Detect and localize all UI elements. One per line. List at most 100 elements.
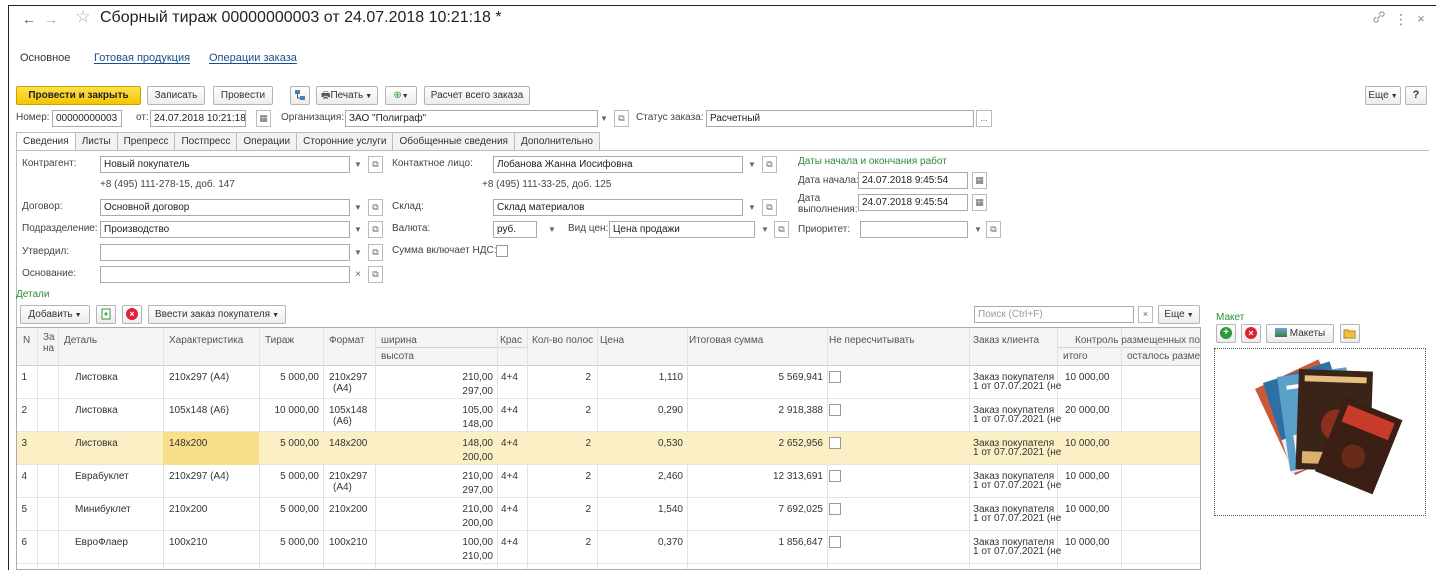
more-vertical-icon[interactable]: ⋮: [1392, 11, 1410, 29]
close-icon[interactable]: ×: [1412, 11, 1430, 29]
org-field[interactable]: ЗАО "Полиграф": [345, 110, 598, 127]
cell-tirazh: 5 000,00: [280, 438, 319, 449]
end-date-field[interactable]: 24.07.2018 9:45:54: [858, 194, 968, 211]
tab-info[interactable]: Сведения: [16, 132, 76, 150]
table-row[interactable]: 6 ЕвроФлаер 100x210 5 000,00 100x210 100,00 21…: [17, 531, 1200, 564]
contract-field[interactable]: Основной договор: [100, 199, 350, 216]
post-and-close-button[interactable]: Провести и закрыть: [16, 86, 141, 105]
contractor-phone: +8 (495) 111-278-15, доб. 147: [100, 179, 235, 190]
tab-third-party[interactable]: Сторонние услуги: [296, 132, 394, 150]
folder-button[interactable]: [1340, 324, 1360, 343]
section-tab-operations[interactable]: Операции заказа: [209, 52, 297, 64]
open-icon[interactable]: ⧉: [368, 156, 383, 173]
tab-additional[interactable]: Дополнительно: [513, 132, 600, 150]
structure-button[interactable]: [290, 86, 310, 105]
date-field[interactable]: 24.07.2018 10:21:18: [150, 110, 246, 127]
calc-order-button[interactable]: Расчет всего заказа: [424, 86, 530, 105]
norecalc-checkbox[interactable]: [829, 536, 841, 548]
delete-maket-button[interactable]: ×: [1241, 324, 1261, 343]
table-row[interactable]: 5 Минибуклет 210x200 5 000,00 210x200 210,00 2…: [17, 498, 1200, 531]
details-more-button[interactable]: Еще ▼: [1158, 305, 1200, 324]
section-tab-products[interactable]: Готовая продукция: [94, 52, 190, 64]
more-button[interactable]: Еще ▼: [1365, 86, 1401, 105]
clear-search-icon[interactable]: ×: [1138, 306, 1153, 323]
post-button[interactable]: Провести: [213, 86, 273, 105]
vat-checkbox[interactable]: [496, 245, 508, 257]
calendar-icon[interactable]: ▦: [972, 194, 987, 211]
chevron-down-icon[interactable]: ▼: [746, 199, 758, 216]
open-icon[interactable]: ⧉: [368, 266, 383, 283]
section-tab-main[interactable]: Основное: [20, 52, 70, 64]
forward-arrow-icon[interactable]: →: [42, 11, 60, 29]
chevron-down-icon[interactable]: ▼: [352, 199, 364, 216]
delete-button[interactable]: ×: [122, 305, 142, 324]
chevron-down-icon[interactable]: ▼: [352, 244, 364, 261]
basis-field[interactable]: [100, 266, 350, 283]
cell-n: 5: [21, 504, 27, 515]
tab-operations[interactable]: Операции: [236, 132, 298, 150]
print-button[interactable]: 🖶Печать ▼: [316, 86, 378, 105]
search-input[interactable]: Поиск (Ctrl+F): [974, 306, 1134, 323]
open-icon[interactable]: ⧉: [762, 156, 777, 173]
col-kras: Крас: [500, 335, 522, 346]
warehouse-field[interactable]: Склад материалов: [493, 199, 743, 216]
makets-button[interactable]: Макеты: [1266, 324, 1334, 343]
add-maket-button[interactable]: +: [1216, 324, 1236, 343]
chevron-down-icon[interactable]: ▼: [759, 221, 771, 238]
status-field[interactable]: Расчетный: [706, 110, 974, 127]
chevron-down-icon[interactable]: ▼: [352, 156, 364, 173]
org-label: Организация:: [281, 112, 345, 123]
open-icon[interactable]: ⧉: [614, 110, 629, 127]
end-label-line1: Дата: [798, 193, 821, 204]
create-based-on-button[interactable]: ⊕▼: [385, 86, 417, 105]
table-row[interactable]: 4 Еврабуклет 210x297 (A4) 5 000,00 210x297 (A…: [17, 465, 1200, 498]
maket-preview[interactable]: [1214, 348, 1426, 516]
norecalc-checkbox[interactable]: [829, 470, 841, 482]
table-row[interactable]: 3 Листовка 148x200 5 000,00 148x200 148,00 200…: [17, 432, 1200, 465]
chevron-down-icon[interactable]: ▼: [352, 221, 364, 238]
table-row[interactable]: 1 Листовка 210x297 (A4) 5 000,00 210x297 (A4)…: [17, 366, 1200, 399]
chevron-down-icon[interactable]: ▼: [746, 156, 758, 173]
tab-prepress[interactable]: Препресс: [116, 132, 176, 150]
open-icon[interactable]: ⧉: [368, 221, 383, 238]
contractor-field[interactable]: Новый покупатель: [100, 156, 350, 173]
contact-field[interactable]: Лобанова Жанна Иосифовна: [493, 156, 743, 173]
tab-postpress[interactable]: Постпресс: [174, 132, 238, 150]
calendar-icon[interactable]: ▦: [256, 110, 271, 127]
status-select-button[interactable]: ...: [976, 110, 992, 127]
dept-field[interactable]: Производство: [100, 221, 350, 238]
norecalc-checkbox[interactable]: [829, 503, 841, 515]
help-button[interactable]: ?: [1405, 86, 1427, 105]
enter-order-button[interactable]: Ввести заказ покупателя ▼: [148, 305, 286, 324]
open-icon[interactable]: ⧉: [986, 221, 1001, 238]
open-icon[interactable]: ⧉: [762, 199, 777, 216]
add-button[interactable]: Добавить ▼: [20, 305, 90, 324]
open-icon[interactable]: ⧉: [368, 244, 383, 261]
currency-field[interactable]: руб.: [493, 221, 537, 238]
calendar-icon[interactable]: ▦: [972, 172, 987, 189]
table-row[interactable]: 2 Листовка 105x148 (A6) 10 000,00 105x148 (A6…: [17, 399, 1200, 432]
number-field[interactable]: 00000000003: [52, 110, 122, 127]
chevron-down-icon[interactable]: ▼: [972, 221, 984, 238]
open-icon[interactable]: ⧉: [368, 199, 383, 216]
clear-icon[interactable]: ×: [352, 266, 364, 283]
tab-summary[interactable]: Обобщенные сведения: [392, 132, 515, 150]
approved-field[interactable]: [100, 244, 350, 261]
priority-field[interactable]: [860, 221, 968, 238]
norecalc-checkbox[interactable]: [829, 437, 841, 449]
currency-label: Валюта:: [392, 223, 431, 234]
favorite-star-icon[interactable]: ☆: [74, 8, 92, 27]
chevron-down-icon[interactable]: ▼: [546, 221, 558, 238]
start-date-field[interactable]: 24.07.2018 9:45:54: [858, 172, 968, 189]
price-type-field[interactable]: Цена продажи: [609, 221, 755, 238]
chevron-down-icon[interactable]: ▼: [598, 110, 610, 127]
copy-button[interactable]: [96, 305, 116, 324]
cell-polos: 2: [585, 471, 591, 482]
tab-sheets[interactable]: Листы: [74, 132, 118, 150]
save-button[interactable]: Записать: [147, 86, 205, 105]
back-arrow-icon[interactable]: ←: [20, 11, 38, 29]
norecalc-checkbox[interactable]: [829, 371, 841, 383]
open-icon[interactable]: ⧉: [774, 221, 789, 238]
link-icon[interactable]: [1370, 10, 1388, 28]
norecalc-checkbox[interactable]: [829, 404, 841, 416]
